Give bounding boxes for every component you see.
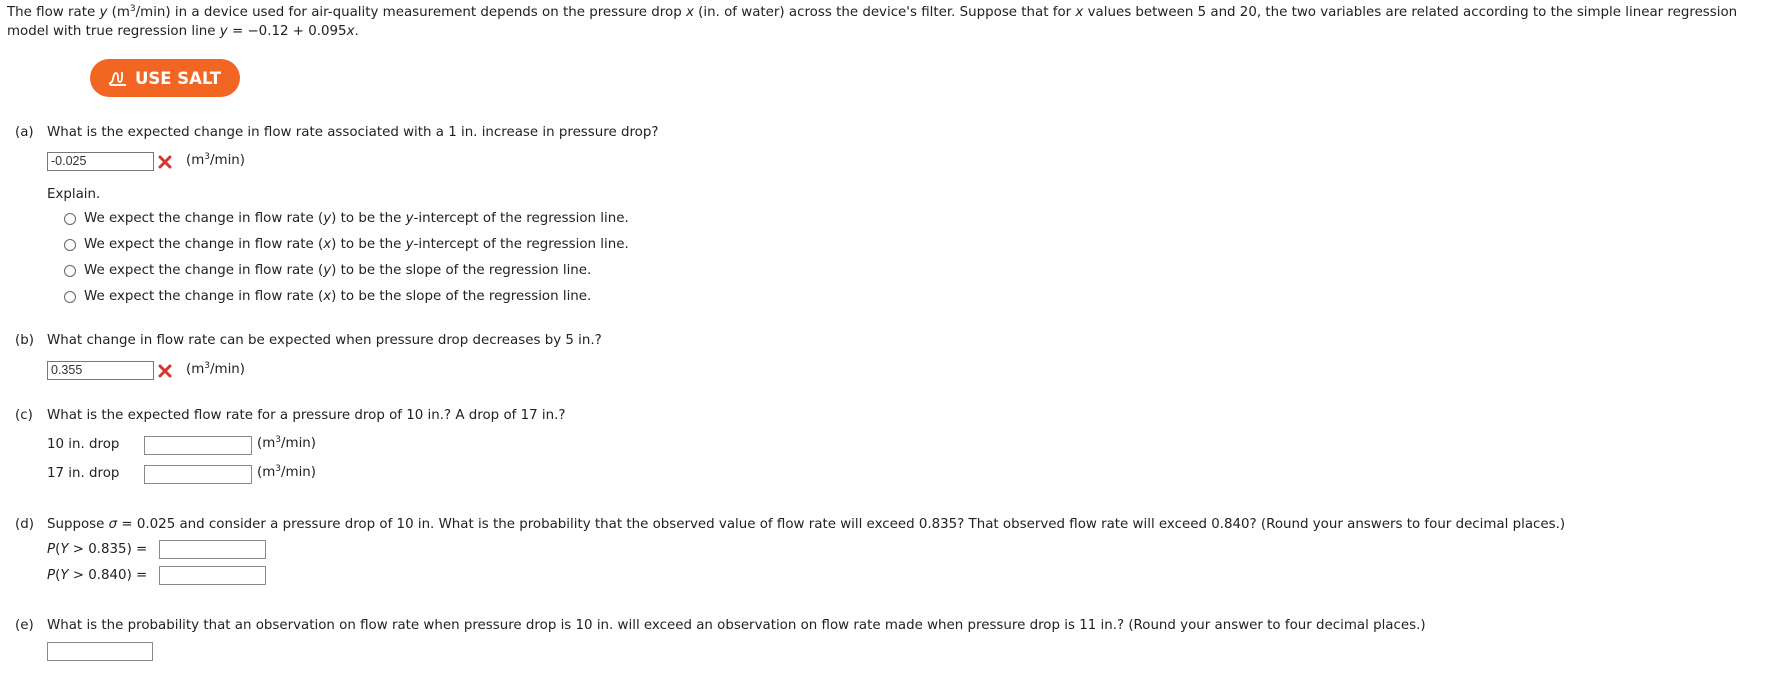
part-c-label: (c) xyxy=(15,408,33,423)
salt-icon xyxy=(109,72,126,86)
part-c-question: What is the expected flow rate for a pre… xyxy=(47,408,566,423)
part-c-17in-input[interactable] xyxy=(144,465,252,484)
part-a-unit: (m3/min) xyxy=(186,152,246,169)
part-c-10in-unit: (m3/min) xyxy=(257,435,317,452)
explain-option-4-label: We expect the change in flow rate (x) to… xyxy=(84,289,592,304)
use-salt-label: USE SALT xyxy=(135,68,221,88)
part-a-answer-input[interactable]: -0.025 xyxy=(47,152,154,171)
part-b-unit: (m3/min) xyxy=(186,361,246,378)
part-d-p1-input[interactable] xyxy=(159,540,266,559)
explain-option-1-radio[interactable] xyxy=(64,213,76,225)
explain-option-2-label: We expect the change in flow rate (x) to… xyxy=(84,237,629,252)
explain-option-3-radio[interactable] xyxy=(64,265,76,277)
part-b-question: What change in flow rate can be expected… xyxy=(47,333,602,348)
part-a-label: (a) xyxy=(15,125,34,140)
explain-option-1-label: We expect the change in flow rate (y) to… xyxy=(84,211,629,226)
part-c-10in-input[interactable] xyxy=(144,436,252,455)
problem-intro: The flow rate y (m3/min) in a device use… xyxy=(7,4,1738,40)
incorrect-icon xyxy=(158,364,172,378)
part-b-label: (b) xyxy=(15,333,34,348)
part-d-p2-input[interactable] xyxy=(159,566,266,585)
part-d-question: Suppose σ = 0.025 and consider a pressur… xyxy=(47,517,1566,532)
explain-label: Explain. xyxy=(47,187,101,202)
part-d-label: (d) xyxy=(15,517,34,532)
part-c-10in-label: 10 in. drop xyxy=(47,437,120,452)
part-d-p2-label: P(Y > 0.840) = xyxy=(47,568,148,583)
explain-option-4-radio[interactable] xyxy=(64,291,76,303)
explain-option-2-radio[interactable] xyxy=(64,239,76,251)
part-c-17in-label: 17 in. drop xyxy=(47,466,120,481)
part-d-p1-label: P(Y > 0.835) = xyxy=(47,542,148,557)
part-e-input[interactable] xyxy=(47,642,153,661)
part-e-question: What is the probability that an observat… xyxy=(47,618,1426,633)
part-a-question: What is the expected change in flow rate… xyxy=(47,125,659,140)
use-salt-button[interactable]: USE SALT xyxy=(90,59,240,97)
part-b-answer-input[interactable]: 0.355 xyxy=(47,361,154,380)
incorrect-icon xyxy=(158,155,172,169)
part-c-17in-unit: (m3/min) xyxy=(257,464,317,481)
part-e-label: (e) xyxy=(15,618,34,633)
explain-option-3-label: We expect the change in flow rate (y) to… xyxy=(84,263,592,278)
